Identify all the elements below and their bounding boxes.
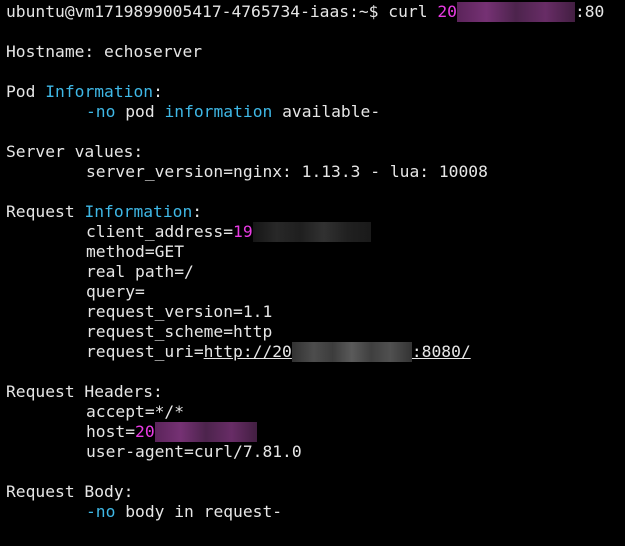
client-address-label: client_address= bbox=[86, 222, 234, 241]
pod-heading-keyword: Information bbox=[45, 82, 154, 101]
pod-info-keyword: information bbox=[164, 102, 273, 121]
query-line: query= bbox=[86, 282, 145, 301]
hostname-line: Hostname: echoserver bbox=[6, 42, 625, 62]
server-values-heading: Server values: bbox=[6, 142, 144, 161]
redacted-ip bbox=[154, 422, 257, 442]
pod-info-dash: -no bbox=[86, 102, 116, 121]
prompt-url-start: 20 bbox=[437, 2, 457, 21]
prompt-user-host: ubuntu@vm1719899005417-4765734-iaas:~$ bbox=[6, 2, 379, 21]
redacted-ip bbox=[252, 222, 371, 242]
host-label: host= bbox=[86, 422, 136, 441]
server-version-line: server_version=nginx: 1.13.3 - lua: 1000… bbox=[86, 162, 488, 181]
request-scheme-line: request_scheme=http bbox=[86, 322, 273, 341]
hostname-label: Hostname: bbox=[6, 42, 95, 61]
host-value: 20 bbox=[135, 422, 155, 441]
redacted-ip bbox=[291, 342, 412, 362]
request-uri-start: http://20 bbox=[203, 342, 292, 361]
pod-heading: Pod Information: bbox=[6, 82, 625, 102]
request-body-dash: -no bbox=[86, 502, 116, 521]
request-body-line: -no body in request- bbox=[6, 502, 625, 522]
pod-heading-colon: : bbox=[153, 82, 163, 101]
method-line: method=GET bbox=[86, 242, 185, 261]
prompt-line: ubuntu@vm1719899005417-4765734-iaas:~$ c… bbox=[6, 2, 625, 22]
request-info-word: Request bbox=[6, 202, 75, 221]
request-body-end: body in request- bbox=[125, 502, 283, 521]
request-uri-end: :8080/ bbox=[411, 342, 471, 361]
pod-info-end: available- bbox=[282, 102, 381, 121]
terminal-window[interactable]: ubuntu@vm1719899005417-4765734-iaas:~$ c… bbox=[0, 0, 625, 546]
redacted-ip bbox=[456, 2, 575, 22]
user-agent-line: user-agent=curl/7.81.0 bbox=[86, 442, 302, 461]
request-uri-link[interactable]: http://20 :8080/ bbox=[203, 342, 471, 362]
request-version-line: request_version=1.1 bbox=[86, 302, 273, 321]
request-uri-label: request_uri= bbox=[86, 342, 204, 361]
accept-line: accept=*/* bbox=[86, 402, 185, 421]
hostname-value: echoserver bbox=[104, 42, 203, 61]
request-info-keyword: Information bbox=[84, 202, 193, 221]
request-body-heading: Request Body: bbox=[6, 482, 134, 501]
pod-info-mid: pod bbox=[125, 102, 155, 121]
request-headers-heading: Request Headers: bbox=[6, 382, 163, 401]
client-address-value: 19 bbox=[233, 222, 253, 241]
prompt-command: curl bbox=[388, 2, 428, 21]
pod-info-line: -no pod information available- bbox=[6, 102, 625, 122]
request-info-colon: : bbox=[192, 202, 203, 221]
real-path-line: real path=/ bbox=[86, 262, 194, 281]
pod-heading-word: Pod bbox=[6, 82, 36, 101]
request-info-heading: Request Information: bbox=[6, 202, 625, 222]
request-uri-line: request_uri=http://20 :8080/ bbox=[6, 342, 625, 362]
prompt-url-port: :80 bbox=[574, 2, 605, 21]
client-address-line: client_address=19 bbox=[6, 222, 625, 242]
host-line: host=20 bbox=[6, 422, 625, 442]
